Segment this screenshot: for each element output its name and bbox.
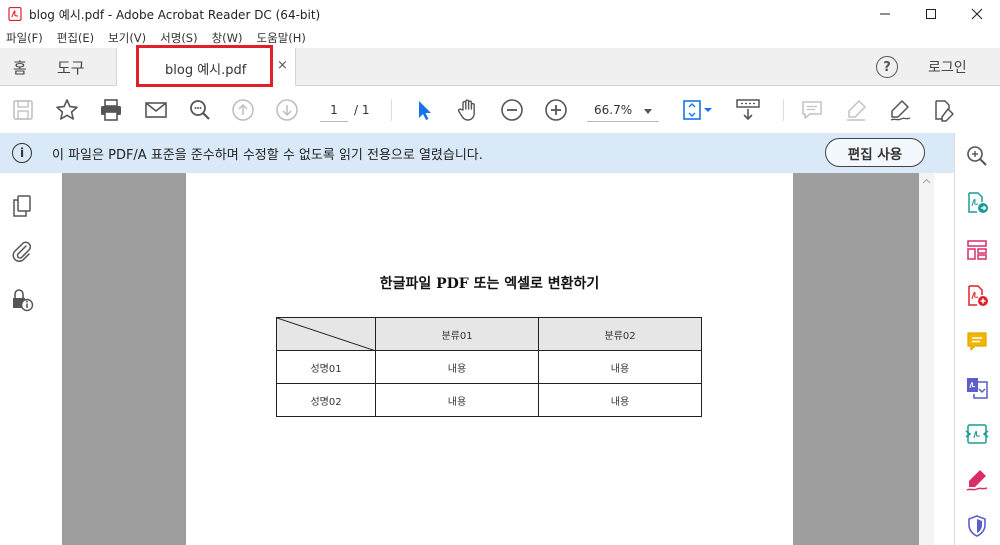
select-cursor-icon[interactable] xyxy=(411,97,437,123)
table-diagonal-cell xyxy=(276,317,376,351)
create-pdf-icon[interactable] xyxy=(964,283,990,309)
vertical-scrollbar[interactable] xyxy=(919,173,934,545)
compress-pdf-icon[interactable] xyxy=(964,421,990,447)
table-cell: 성명01 xyxy=(276,350,376,384)
table-header-row: 분류01 분류02 xyxy=(276,317,702,351)
tab-bar: 홈 도구 blog 예시.pdf × ? 로그인 xyxy=(0,45,1000,87)
tab-document-label: blog 예시.pdf xyxy=(165,63,247,78)
login-button[interactable]: 로그인 xyxy=(928,57,967,77)
zoom-level-value: 66.7% xyxy=(594,103,633,117)
tab-tools[interactable]: 도구 xyxy=(57,48,85,86)
page-number-input[interactable]: 1 xyxy=(320,100,348,122)
menu-view[interactable]: 보기(V) xyxy=(108,30,146,46)
info-message: 이 파일은 PDF/A 표준을 준수하며 수정할 수 없도록 읽기 전용으로 열… xyxy=(52,148,483,163)
zoom-level-select[interactable]: 66.7% xyxy=(587,100,659,122)
scroll-up-icon[interactable] xyxy=(922,177,931,187)
prev-page-icon[interactable] xyxy=(230,97,256,123)
export-pdf-icon[interactable] xyxy=(964,190,990,216)
page-total: / 1 xyxy=(354,103,370,117)
pages-thumbnail-icon[interactable] xyxy=(9,193,35,219)
comment-tool-icon[interactable] xyxy=(964,329,990,355)
table-row: 성명02 내용 내용 xyxy=(276,383,702,417)
zoom-in-icon[interactable] xyxy=(543,97,569,123)
document-heading: 한글파일 PDF 또는 엑셀로 변환하기 xyxy=(379,276,600,292)
attachment-icon[interactable] xyxy=(9,238,35,264)
next-page-icon[interactable] xyxy=(274,97,300,123)
table-cell: 내용 xyxy=(538,383,702,417)
menu-sign[interactable]: 서명(S) xyxy=(160,30,197,46)
menu-edit[interactable]: 편집(E) xyxy=(57,30,94,46)
print-icon[interactable] xyxy=(98,97,124,123)
toolbar-divider xyxy=(783,99,784,121)
tab-close-icon[interactable]: × xyxy=(277,58,288,73)
info-icon: i xyxy=(12,143,32,163)
menu-window[interactable]: 창(W) xyxy=(212,30,243,46)
maximize-button[interactable] xyxy=(908,0,954,28)
minimize-button[interactable] xyxy=(862,0,908,28)
table-header-cell: 분류02 xyxy=(538,317,702,351)
enable-editing-button[interactable]: 편집 사용 xyxy=(825,138,925,167)
fit-page-icon[interactable] xyxy=(680,97,714,123)
tab-home[interactable]: 홈 xyxy=(13,48,27,86)
document-workspace: 한글파일 PDF 또는 엑셀로 변환하기 분류01 분류02 성명01 내용 내… xyxy=(62,173,919,545)
info-bar: i 이 파일은 PDF/A 표준을 준수하며 수정할 수 없도록 읽기 전용으로… xyxy=(0,133,955,173)
fill-sign-icon[interactable] xyxy=(930,97,956,123)
table-cell: 내용 xyxy=(375,350,539,384)
window-title: blog 예시.pdf - Adobe Acrobat Reader DC (6… xyxy=(29,7,321,22)
zoom-out-icon[interactable] xyxy=(499,97,525,123)
pdf-page: 한글파일 PDF 또는 엑셀로 변환하기 분류01 분류02 성명01 내용 내… xyxy=(186,173,793,545)
document-table: 분류01 분류02 성명01 내용 내용 성명02 내용 내용 xyxy=(276,317,702,417)
left-sidebar xyxy=(0,173,42,545)
protect-shield-icon[interactable] xyxy=(964,513,990,539)
combine-files-icon[interactable] xyxy=(964,375,990,401)
toolbar: 1 / 1 66.7% xyxy=(0,87,1000,133)
table-cell: 내용 xyxy=(375,383,539,417)
star-icon[interactable] xyxy=(54,97,80,123)
close-button[interactable] xyxy=(954,0,1000,28)
highlight-icon[interactable] xyxy=(843,97,869,123)
tab-document[interactable]: blog 예시.pdf × xyxy=(116,45,296,87)
save-icon[interactable] xyxy=(10,97,36,123)
hand-tool-icon[interactable] xyxy=(455,97,481,123)
fill-sign-tool-icon[interactable] xyxy=(964,467,990,493)
table-cell: 내용 xyxy=(538,350,702,384)
title-bar: blog 예시.pdf - Adobe Acrobat Reader DC (6… xyxy=(0,0,1000,28)
menu-file[interactable]: 파일(F) xyxy=(6,30,43,46)
right-tools-panel xyxy=(955,133,1000,545)
comment-icon[interactable] xyxy=(799,97,825,123)
table-cell: 성명02 xyxy=(276,383,376,417)
chevron-down-icon xyxy=(644,109,652,114)
table-header-cell: 분류01 xyxy=(375,317,539,351)
help-icon[interactable]: ? xyxy=(876,56,898,78)
sign-icon[interactable] xyxy=(887,97,913,123)
organize-pages-icon[interactable] xyxy=(964,237,990,263)
table-row: 성명01 내용 내용 xyxy=(276,350,702,384)
zoom-search-icon[interactable] xyxy=(964,143,990,169)
scroll-mode-icon[interactable] xyxy=(733,97,763,123)
menu-help[interactable]: 도움말(H) xyxy=(257,30,306,46)
acrobat-icon xyxy=(8,6,22,22)
mail-icon[interactable] xyxy=(143,97,169,123)
search-icon[interactable] xyxy=(187,97,213,123)
security-info-icon[interactable] xyxy=(9,287,35,313)
toolbar-divider xyxy=(391,99,392,121)
